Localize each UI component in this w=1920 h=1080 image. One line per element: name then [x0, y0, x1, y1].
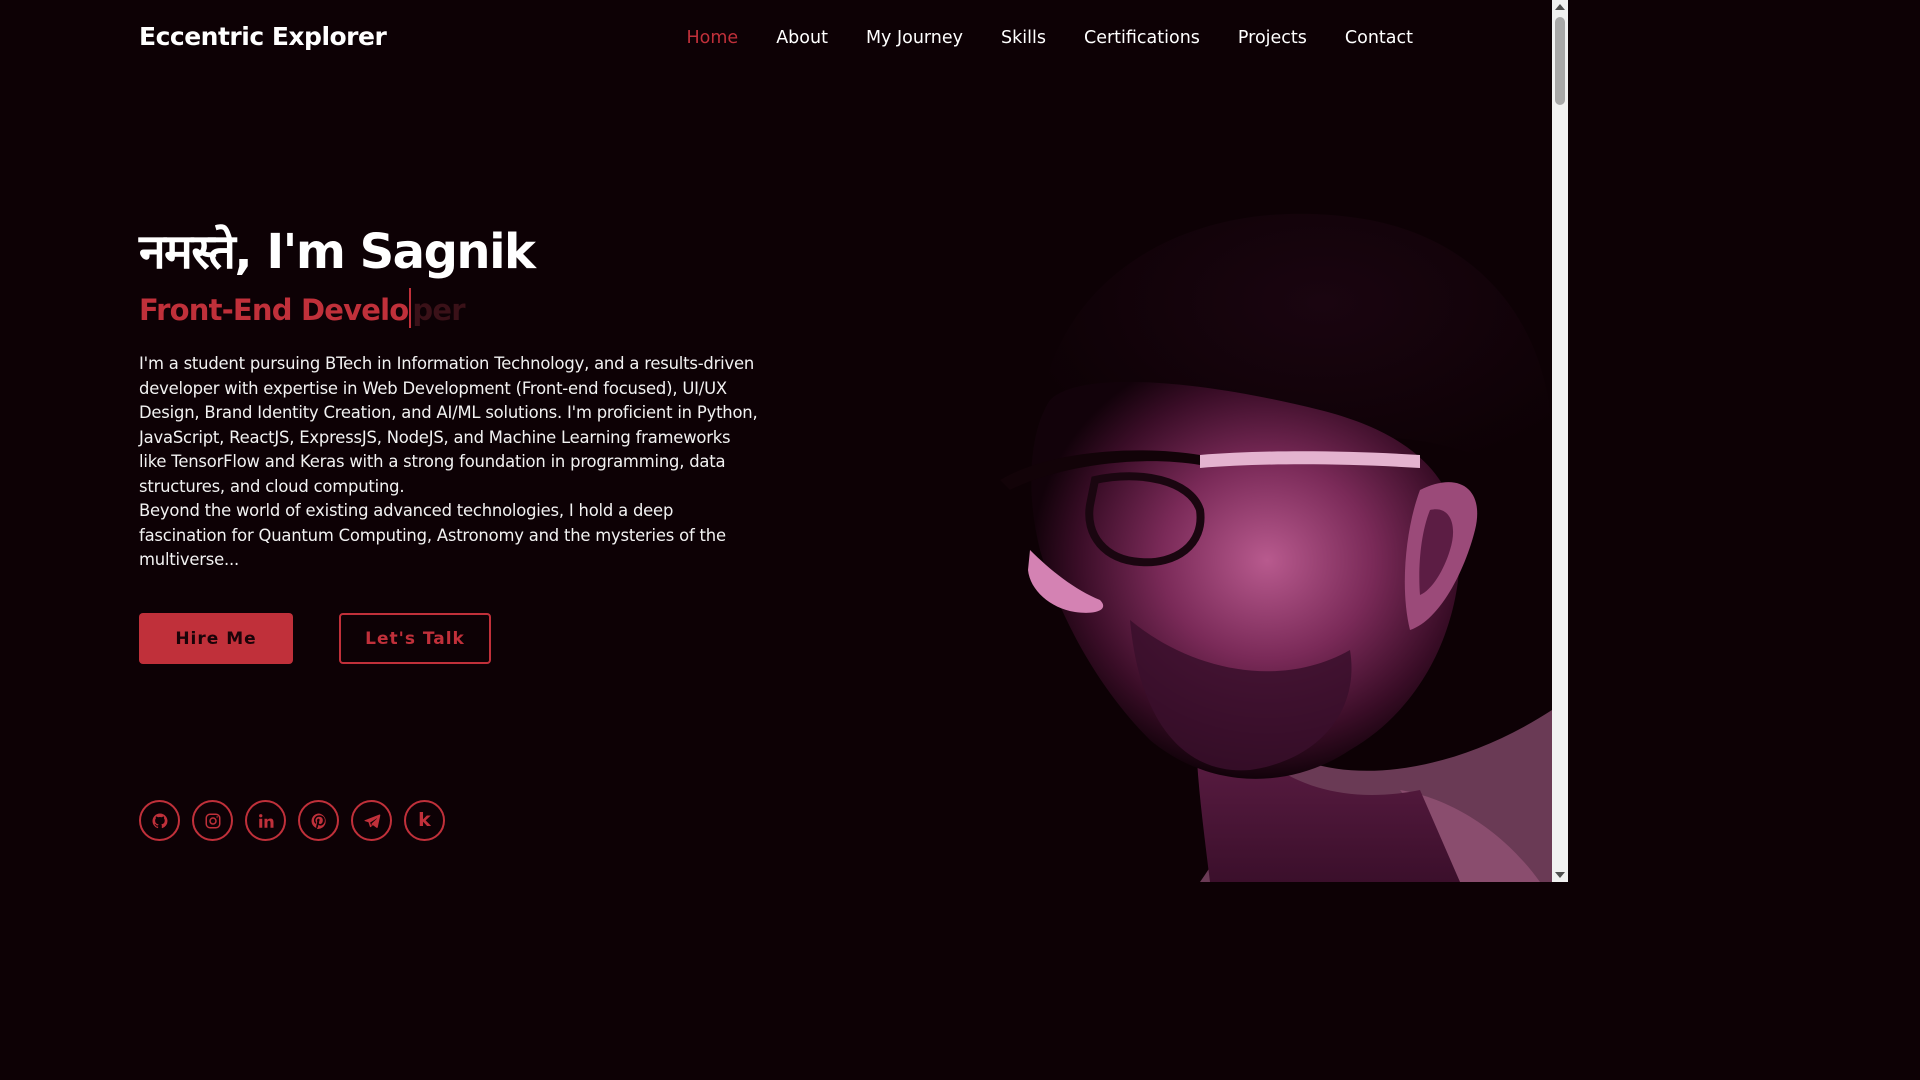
linkedin-icon [258, 813, 273, 828]
kaggle-icon: k [418, 809, 431, 831]
telegram-icon [363, 813, 380, 828]
linkedin-link[interactable] [245, 800, 286, 841]
nav-item-home[interactable]: Home [687, 28, 739, 48]
bio-paragraph-2: Beyond the world of existing advanced te… [139, 501, 726, 569]
hero-role-typing-text: Front-End Develo per [139, 288, 466, 328]
instagram-link[interactable] [192, 800, 233, 841]
github-icon [152, 813, 167, 828]
hire-me-button[interactable]: Hire Me [139, 613, 293, 664]
scroll-up-arrow-icon[interactable] [1555, 4, 1565, 10]
social-links: k [139, 800, 445, 841]
role-remaining-text: per [412, 293, 465, 327]
nav-item-projects[interactable]: Projects [1238, 28, 1307, 48]
profile-portrait-image [1000, 213, 1552, 882]
nav-item-certifications[interactable]: Certifications [1084, 28, 1200, 48]
scrollbar-thumb[interactable] [1555, 17, 1565, 105]
pinterest-link[interactable] [298, 800, 339, 841]
scroll-down-arrow-icon[interactable] [1555, 872, 1565, 878]
pinterest-icon [311, 813, 326, 829]
telegram-link[interactable] [351, 800, 392, 841]
lets-talk-button[interactable]: Let's Talk [339, 613, 491, 664]
github-link[interactable] [139, 800, 180, 841]
nav-item-contact[interactable]: Contact [1345, 28, 1413, 48]
nav-item-about[interactable]: About [776, 28, 828, 48]
page-scrollbar[interactable] [1552, 0, 1568, 882]
nav-item-my-journey[interactable]: My Journey [866, 28, 963, 48]
main-nav: Home About My Journey Skills Certificati… [687, 28, 1414, 48]
page: Eccentric Explorer Home About My Journey… [0, 0, 1568, 882]
bio-paragraph-1: I'm a student pursuing BTech in Informat… [139, 354, 758, 496]
role-typed-text: Front-End Develo [139, 293, 409, 327]
instagram-icon [205, 813, 220, 828]
hero-bio: I'm a student pursuing BTech in Informat… [139, 352, 759, 573]
kaggle-link[interactable]: k [404, 800, 445, 841]
hero-greeting-heading: नमस्ते, I'm Sagnik [139, 224, 536, 280]
nav-item-skills[interactable]: Skills [1001, 28, 1046, 48]
brand-logo-text[interactable]: Eccentric Explorer [139, 22, 387, 51]
